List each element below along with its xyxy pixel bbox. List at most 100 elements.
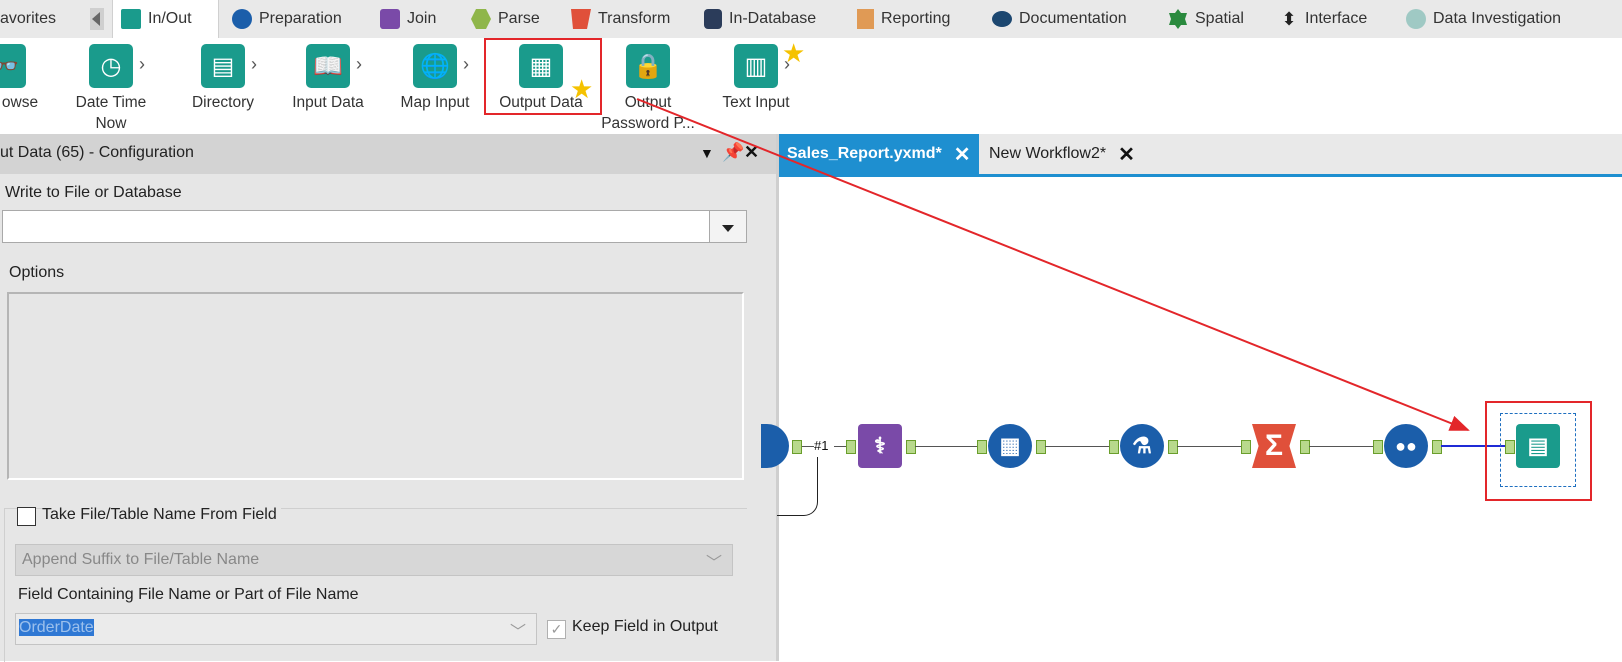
tab-documentation[interactable]: Documentation (992, 0, 1127, 38)
tab-interface[interactable]: ⬍ Interface (1280, 0, 1367, 38)
take-from-field-label: Take File/Table Name From Field (42, 506, 281, 524)
tab-interface-label: Interface (1305, 10, 1368, 27)
options-label: Options (9, 264, 65, 281)
panel-menu-icon[interactable]: ▼ (700, 145, 714, 161)
connection-wire (1045, 446, 1109, 447)
tab-favorites-label: avorites (0, 10, 57, 27)
tool-input-data[interactable]: 📖 › Input Data (283, 38, 373, 113)
append-mode-select[interactable]: Append Suffix to File/Table Name ﹀ (15, 544, 733, 576)
keep-field-checkbox[interactable]: ✓ (547, 620, 566, 639)
output-anchor (906, 440, 916, 454)
chevron-down-icon: ﹀ (509, 624, 526, 641)
tab-parse[interactable]: Parse (471, 0, 540, 38)
lock-tool-icon: 🔒 (626, 44, 670, 88)
connection-wire (802, 446, 814, 447)
tool-category-bar: avorites In/Out Preparation Join Parse T… (0, 0, 1622, 38)
connection-wire-curve (777, 457, 818, 516)
input-anchor (1241, 440, 1251, 454)
tool-map-input-label: Map Input (400, 94, 470, 111)
configuration-title: ut Data (65) - Configuration (0, 144, 194, 161)
report-icon (857, 9, 874, 29)
tab-sales-report-label: Sales_Report.yxmd* (787, 145, 942, 162)
tab-data-investigation[interactable]: Data Investigation (1406, 0, 1561, 38)
write-to-input[interactable] (2, 210, 710, 243)
tab-favorites[interactable]: avorites (0, 0, 56, 38)
clock-tool-icon: ◷ › (89, 44, 145, 88)
close-panel-icon[interactable]: ✕ (744, 142, 759, 163)
tool-palette: 👓 owse ◷ › Date Time Now ▤ › Directory 📖 › … (0, 38, 1622, 134)
tool-output-password-label-2: Password P... (601, 115, 695, 132)
tool-date-time-now-label-1: Date Time (75, 94, 147, 111)
append-mode-value: Append Suffix to File/Table Name (22, 551, 260, 568)
close-tab-icon[interactable]: ✕ (954, 142, 971, 167)
tool-input-data-label: Input Data (292, 94, 364, 111)
write-to-dropdown-button[interactable] (709, 210, 747, 243)
summarize-tool-node[interactable]: Σ (1252, 424, 1296, 468)
flask-tool-node[interactable]: ⚗ (1120, 424, 1164, 468)
favorite-star-icon: ★ (782, 38, 806, 68)
tab-in-out[interactable]: In/Out (112, 0, 219, 38)
options-box (7, 292, 744, 480)
input-anchor (977, 440, 987, 454)
database-icon (704, 9, 722, 29)
book-tool-icon: 📖 › (306, 44, 362, 88)
tab-new-workflow2[interactable]: New Workflow2* ✕ (989, 134, 1135, 174)
connection-label: #1 (814, 438, 829, 453)
tool-date-time-now[interactable]: ◷ › Date Time Now (66, 38, 156, 134)
tab-spatial-label: Spatial (1195, 10, 1244, 27)
tab-transform-label: Transform (598, 10, 671, 27)
output-anchor (792, 440, 802, 454)
take-from-field-checkbox[interactable] (17, 507, 36, 526)
tool-browse[interactable]: 👓 owse (0, 38, 40, 113)
input-anchor (1373, 440, 1383, 454)
connection-wire (1309, 446, 1373, 447)
hexagon-icon (471, 9, 491, 29)
highlight-output-data-tool (484, 38, 602, 115)
highlight-output-data-node (1485, 401, 1592, 501)
pin-icon[interactable]: 📌 (722, 142, 744, 163)
globe-tool-icon: 🌐 › (413, 44, 469, 88)
spatial-icon (1169, 9, 1187, 29)
directory-tool-icon: ▤ › (201, 44, 257, 88)
tab-join[interactable]: Join (380, 0, 436, 38)
tool-output-password[interactable]: 🔒 Output Password P... (600, 38, 696, 134)
tool-output-password-label-1: Output (624, 94, 672, 111)
tool-directory-label: Directory (191, 94, 254, 111)
output-anchor (1300, 440, 1310, 454)
field-name-select[interactable]: OrderDate ﹀ (15, 613, 537, 645)
sphere-tool-node[interactable]: ▦ (988, 424, 1032, 468)
tab-transform[interactable]: Transform (571, 0, 670, 38)
tab-spatial[interactable]: Spatial (1168, 0, 1244, 38)
circle-icon (232, 9, 252, 29)
tab-data-investigation-label: Data Investigation (1433, 10, 1562, 27)
connection-wire (1177, 446, 1241, 447)
up-down-arrow-icon: ⬍ (1281, 9, 1297, 29)
close-tab-icon[interactable]: ✕ (1118, 142, 1135, 167)
workflow-canvas[interactable]: #1 ⚕ ▦ ⚗ Σ ●● ▤ (761, 177, 1622, 661)
scroll-left-button[interactable] (90, 8, 104, 30)
tab-documentation-label: Documentation (1019, 10, 1127, 27)
tab-in-database[interactable]: In-Database (704, 0, 816, 38)
dna-tool-node[interactable]: ⚕ (858, 424, 902, 468)
comment-icon (992, 11, 1012, 27)
input-anchor (1109, 440, 1119, 454)
connection-wire (834, 446, 846, 447)
tab-sales-report[interactable]: Sales_Report.yxmd* ✕ (779, 134, 979, 174)
tool-directory[interactable]: ▤ › Directory (178, 38, 268, 113)
folder-icon (121, 9, 141, 29)
tab-in-database-label: In-Database (729, 10, 817, 27)
configuration-panel: ut Data (65) - Configuration ▼ 📌 ✕ Write… (0, 134, 779, 662)
tool-map-input[interactable]: 🌐 › Map Input (390, 38, 480, 113)
tab-in-out-label: In/Out (148, 10, 192, 27)
field-containing-label: Field Containing File Name or Part of Fi… (18, 586, 359, 603)
connection-wire (915, 446, 977, 447)
tool-date-time-now-label-2: Now (95, 115, 127, 132)
tool-browse-label: owse (1, 94, 39, 111)
tab-parse-label: Parse (498, 10, 540, 27)
output-anchor (1036, 440, 1046, 454)
dots-tool-node[interactable]: ●● (1384, 424, 1428, 468)
tab-preparation[interactable]: Preparation (232, 0, 342, 38)
tab-reporting[interactable]: Reporting (857, 0, 950, 38)
tab-new-workflow2-label: New Workflow2* (989, 145, 1107, 162)
magnifier-icon (1406, 9, 1426, 29)
